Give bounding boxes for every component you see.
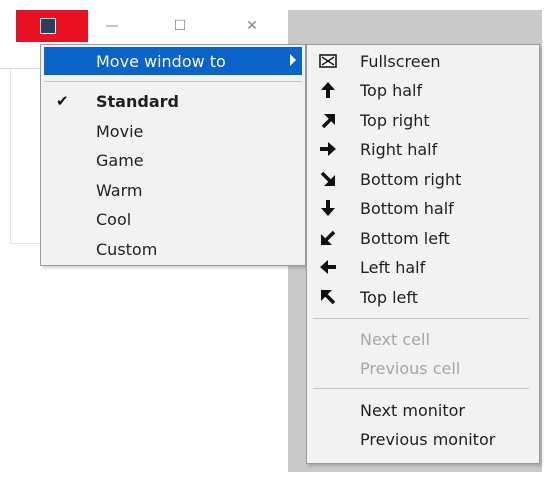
arrow-right-icon bbox=[320, 142, 336, 156]
submenu-item-top-left[interactable]: Top left bbox=[310, 283, 536, 311]
submenu-item-label: Bottom right bbox=[360, 170, 462, 189]
submenu-item-label: Bottom left bbox=[360, 229, 450, 248]
arrow-down-left-icon bbox=[321, 230, 336, 245]
submenu-item-label: Bottom half bbox=[360, 199, 454, 218]
menu-item-label: Movie bbox=[96, 122, 144, 141]
submenu-item-left-half[interactable]: Left half bbox=[310, 253, 536, 281]
close-icon[interactable]: ✕ bbox=[240, 16, 264, 36]
arrow-down-icon bbox=[321, 200, 335, 216]
submenu-item-bottom-half[interactable]: Bottom half bbox=[310, 194, 536, 222]
submenu-item-right-half[interactable]: Right half bbox=[310, 135, 536, 163]
arrow-up-right-icon bbox=[321, 114, 335, 129]
menu-item-label: Warm bbox=[96, 181, 143, 200]
submenu-item-top-right[interactable]: Top right bbox=[310, 106, 536, 134]
menu-item-move-window-to[interactable]: Move window to bbox=[44, 47, 302, 75]
submenu-item-previous-monitor[interactable]: Previous monitor bbox=[310, 425, 536, 453]
submenu-item-label: Top left bbox=[360, 288, 418, 307]
submenu-separator bbox=[313, 318, 529, 319]
checkmark-icon: ✔ bbox=[56, 92, 69, 110]
arrow-up-left-icon bbox=[321, 290, 336, 305]
submenu-item-label: Left half bbox=[360, 258, 426, 277]
submenu-item-next-cell[interactable]: Next cell bbox=[310, 325, 536, 353]
arrow-up-icon bbox=[321, 82, 335, 98]
menu-item-warm[interactable]: Warm bbox=[44, 176, 302, 204]
menu-item-custom[interactable]: Custom bbox=[44, 235, 302, 263]
submenu-item-label: Top right bbox=[360, 111, 430, 130]
menu-item-game[interactable]: Game bbox=[44, 146, 302, 174]
submenu-item-previous-cell[interactable]: Previous cell bbox=[310, 354, 536, 382]
menu-item-label: Cool bbox=[96, 210, 132, 229]
move-window-submenu: Fullscreen Top half Top right Right half… bbox=[306, 44, 540, 464]
menu-item-label: Custom bbox=[96, 240, 158, 259]
submenu-separator bbox=[313, 388, 529, 389]
submenu-item-top-half[interactable]: Top half bbox=[310, 76, 536, 104]
menu-item-cool[interactable]: Cool bbox=[44, 205, 302, 233]
submenu-item-label: Previous monitor bbox=[360, 430, 496, 449]
menu-item-label: Move window to bbox=[96, 52, 226, 71]
submenu-item-label: Next monitor bbox=[360, 401, 465, 420]
submenu-item-fullscreen[interactable]: Fullscreen bbox=[310, 47, 536, 75]
menu-separator bbox=[44, 81, 302, 82]
fullscreen-icon bbox=[319, 54, 337, 68]
submenu-item-label: Previous cell bbox=[360, 359, 461, 378]
arrow-left-icon bbox=[320, 260, 336, 274]
window-content-border bbox=[10, 68, 11, 243]
menu-item-movie[interactable]: Movie bbox=[44, 117, 302, 145]
menu-item-label: Game bbox=[96, 151, 144, 170]
submenu-item-label: Fullscreen bbox=[360, 52, 441, 71]
submenu-item-label: Next cell bbox=[360, 330, 430, 349]
maximize-icon[interactable]: ☐ bbox=[168, 16, 192, 36]
minimize-icon[interactable]: — bbox=[100, 16, 124, 36]
submenu-item-next-monitor[interactable]: Next monitor bbox=[310, 396, 536, 424]
submenu-arrow-icon bbox=[290, 54, 296, 66]
submenu-item-label: Top half bbox=[360, 81, 423, 100]
menu-item-standard[interactable]: ✔ Standard bbox=[44, 87, 302, 115]
arrow-down-right-icon bbox=[320, 171, 335, 186]
submenu-item-bottom-left[interactable]: Bottom left bbox=[310, 224, 536, 252]
submenu-item-label: Right half bbox=[360, 140, 438, 159]
context-menu: Move window to ✔ Standard Movie Game War… bbox=[40, 44, 306, 266]
submenu-item-bottom-right[interactable]: Bottom right bbox=[310, 165, 536, 193]
app-icon[interactable] bbox=[40, 18, 56, 34]
menu-item-label: Standard bbox=[96, 92, 179, 111]
window-titlebar: — ☐ ✕ bbox=[0, 10, 288, 42]
